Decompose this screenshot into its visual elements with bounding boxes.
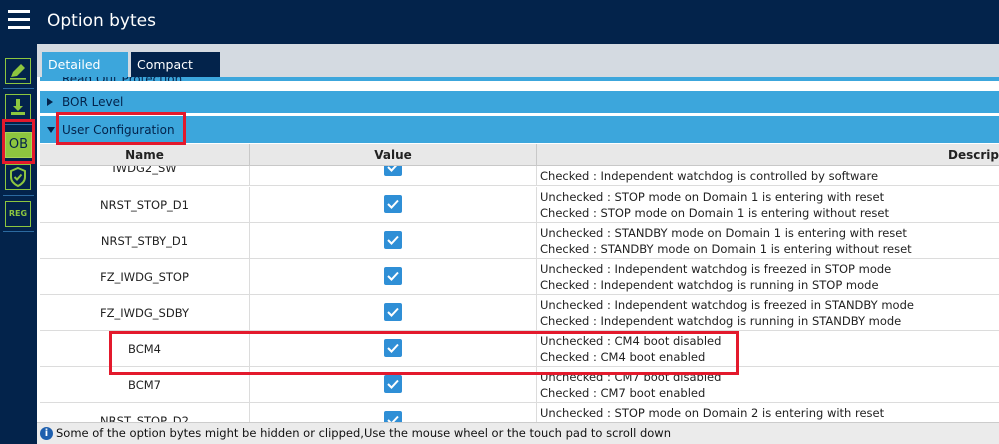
option-checkbox[interactable] <box>384 195 402 213</box>
option-description: Checked : Independent watchdog is contro… <box>540 169 879 183</box>
left-sidebar: OB REG <box>0 44 37 444</box>
option-name: FZ_IWDG_SDBY <box>40 295 250 331</box>
option-checkbox[interactable] <box>384 303 402 321</box>
column-header-description[interactable]: Descrip <box>537 144 999 166</box>
section-label: BOR Level <box>62 95 124 109</box>
highlight-box-ob-button <box>2 119 35 164</box>
security-shield-icon[interactable] <box>5 164 31 190</box>
edit-memory-icon[interactable] <box>5 58 31 84</box>
option-name: FZ_IWDG_STOP <box>40 259 250 295</box>
sidebar-divider <box>3 88 34 89</box>
option-description: Unchecked : STANDBY mode on Domain 1 is … <box>540 226 912 256</box>
table-row: NRST_STBY_D1 Unchecked : STANDBY mode on… <box>40 223 999 259</box>
section-bor-level[interactable]: BOR Level <box>40 91 999 113</box>
sidebar-divider <box>3 195 34 196</box>
option-name: IWDG2_SW <box>40 166 250 186</box>
collapse-arrow-icon <box>47 126 55 133</box>
option-description: Unchecked : STOP mode on Domain 2 is ent… <box>540 406 885 420</box>
table-row: FZ_IWDG_STOP Unchecked : Independent wat… <box>40 259 999 295</box>
option-checkbox[interactable] <box>384 166 402 176</box>
info-icon: i <box>40 427 53 440</box>
menu-icon[interactable] <box>8 10 30 30</box>
table-header: Name Value Descrip <box>40 144 999 166</box>
option-name: NRST_STBY_D1 <box>40 223 250 259</box>
highlight-box-user-configuration <box>56 112 186 145</box>
highlight-box-bcm4-row <box>109 331 739 375</box>
expand-arrow-icon <box>47 98 53 106</box>
page-title: Option bytes <box>47 11 156 31</box>
status-message: Some of the option bytes might be hidden… <box>56 426 672 440</box>
option-checkbox[interactable] <box>384 267 402 285</box>
option-table-body[interactable]: IWDG2_SW Checked : Independent watchdog … <box>40 166 999 422</box>
title-bar: Option bytes <box>0 0 999 44</box>
tab-compact-view[interactable]: Compact view <box>131 52 220 97</box>
tab-detailed-view[interactable]: Detailed view <box>42 52 128 97</box>
option-bytes-window: Option bytes OB REG Detailed view Compac… <box>0 0 999 444</box>
column-header-name[interactable]: Name <box>40 144 250 166</box>
table-row: IWDG2_SW Checked : Independent watchdog … <box>40 166 999 186</box>
option-checkbox[interactable] <box>384 411 402 422</box>
view-tabs: Detailed view Compact view <box>37 44 999 97</box>
status-bar: i Some of the option bytes might be hidd… <box>37 422 999 444</box>
option-description: Unchecked : STOP mode on Domain 1 is ent… <box>540 190 889 220</box>
option-description: Unchecked : Independent watchdog is free… <box>540 262 892 292</box>
option-checkbox[interactable] <box>384 375 402 393</box>
table-row: FZ_IWDG_SDBY Unchecked : Independent wat… <box>40 295 999 331</box>
table-row: NRST_STOP_D2 Unchecked : STOP mode on Do… <box>40 403 999 422</box>
section-read-out-protection[interactable]: Read Out Protection <box>40 77 999 81</box>
option-name: NRST_STOP_D1 <box>40 187 250 223</box>
download-icon[interactable] <box>5 94 31 120</box>
column-header-value[interactable]: Value <box>250 144 537 166</box>
option-description: Unchecked : Independent watchdog is free… <box>540 298 914 328</box>
registers-button[interactable]: REG <box>5 201 31 227</box>
option-name: NRST_STOP_D2 <box>40 403 250 422</box>
sidebar-divider <box>3 231 34 232</box>
option-checkbox[interactable] <box>384 231 402 249</box>
table-row: NRST_STOP_D1 Unchecked : STOP mode on Do… <box>40 187 999 223</box>
